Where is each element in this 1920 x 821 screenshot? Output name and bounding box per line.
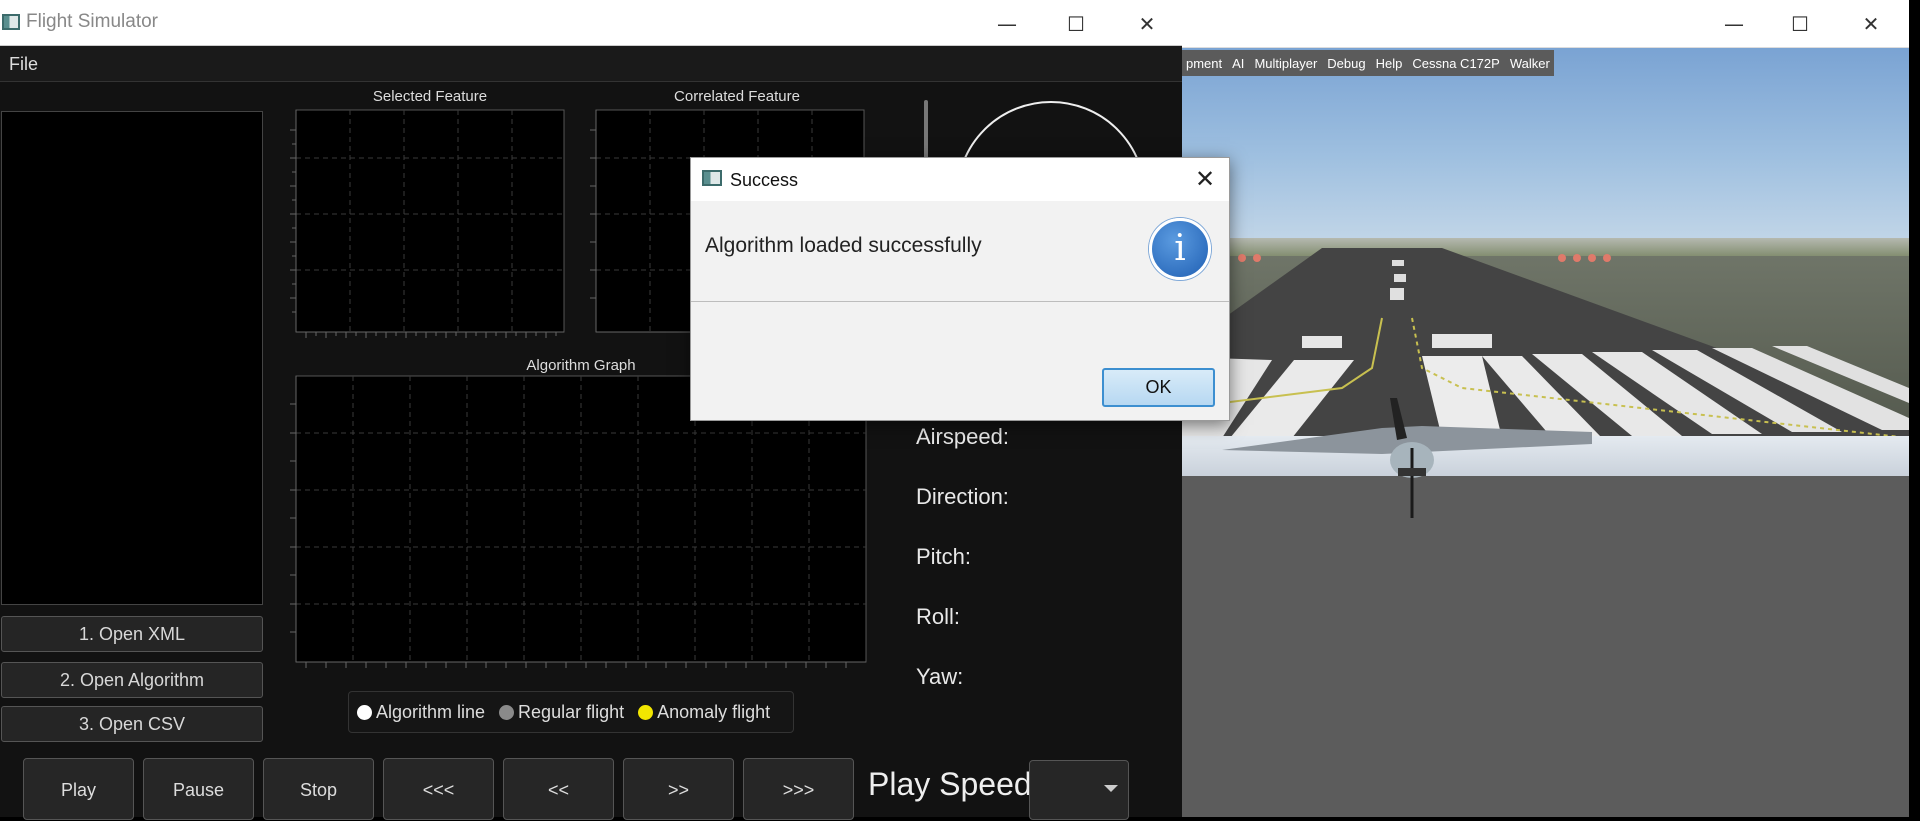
chevron-down-icon (1104, 785, 1118, 792)
window-title: Flight Simulator (26, 11, 158, 32)
yaw-label: Yaw: (916, 664, 964, 689)
y-axis-ticks (290, 110, 297, 332)
play-button[interactable]: Play (23, 758, 134, 820)
aircraft-wing-icon (1222, 398, 1592, 518)
legend-dot-yellow (638, 704, 654, 720)
info-icon: i (1149, 218, 1211, 280)
flightgear-titlebar: — ☐ ✕ (1182, 0, 1909, 48)
menubar: File (0, 46, 1182, 82)
dialog-message: Algorithm loaded successfully (705, 234, 982, 257)
fg-menu-help[interactable]: Help (1376, 56, 1403, 71)
close-icon[interactable]: ✕ (1189, 163, 1221, 195)
dialog-titlebar: Success ✕ (691, 158, 1229, 201)
legend-label: Algorithm line (376, 701, 486, 722)
selected-feature-chart (290, 109, 565, 338)
legend-label: Regular flight (518, 701, 625, 722)
correlated-feature-title: Correlated Feature (674, 88, 800, 105)
legend-dot-white (357, 704, 372, 720)
rewind-button[interactable]: << (503, 758, 614, 820)
maximize-icon[interactable]: ☐ (1785, 10, 1815, 38)
stop-button[interactable]: Stop (263, 758, 374, 820)
fg-menu-aircraft[interactable]: Cessna C172P (1412, 56, 1499, 71)
minimize-icon[interactable]: — (992, 10, 1022, 38)
legend-label: Anomaly flight (657, 701, 771, 722)
ok-button[interactable]: OK (1102, 368, 1215, 407)
open-xml-button[interactable]: 1. Open XML (1, 616, 263, 652)
x-axis-ticks (296, 331, 564, 338)
feature-list[interactable] (1, 111, 263, 605)
close-icon[interactable]: ✕ (1132, 10, 1162, 38)
fg-menu-equipment[interactable]: pment (1186, 56, 1222, 71)
app-titlebar: Flight Simulator — ☐ ✕ (0, 0, 1182, 46)
legend-item-algorithm-line: Algorithm line (357, 702, 485, 723)
airspeed-label: Airspeed: (916, 424, 1009, 449)
success-dialog: Success ✕ Algorithm loaded successfully … (690, 157, 1230, 421)
app-window-icon (2, 14, 20, 30)
direction-label: Direction: (916, 484, 1009, 509)
legend-item-anomaly-flight: Anomaly flight (638, 702, 770, 723)
forward-button[interactable]: >> (623, 758, 734, 820)
open-algorithm-button[interactable]: 2. Open Algorithm (1, 662, 263, 698)
selected-feature-title: Selected Feature (372, 88, 488, 105)
flightgear-window: — ☐ ✕ pment AI Multiplayer Debug Help Ce… (1182, 0, 1909, 817)
fg-menu-ai[interactable]: AI (1232, 56, 1244, 71)
flightgear-menubar: pment AI Multiplayer Debug Help Cessna C… (1182, 50, 1554, 76)
fg-menu-multiplayer[interactable]: Multiplayer (1254, 56, 1317, 71)
fg-menu-walker[interactable]: Walker (1510, 56, 1550, 71)
flightgear-3d-view[interactable]: pment AI Multiplayer Debug Help Cessna C… (1182, 48, 1909, 817)
play-speed-label: Play Speed (868, 766, 1032, 802)
rewind-fast-button[interactable]: <<< (383, 758, 494, 820)
fg-menu-debug[interactable]: Debug (1327, 56, 1365, 71)
dialog-header: Algorithm loaded successfully i (691, 201, 1229, 302)
forward-fast-button[interactable]: >>> (743, 758, 854, 820)
pause-button[interactable]: Pause (143, 758, 254, 820)
sky (1182, 48, 1909, 248)
app-window-icon (702, 170, 722, 186)
minimize-icon[interactable]: — (1719, 10, 1749, 38)
menu-file[interactable]: File (9, 54, 38, 75)
tarmac (1182, 476, 1909, 817)
chart-legend: Algorithm line Regular flight Anomaly fl… (348, 691, 794, 733)
pitch-label: Pitch: (916, 544, 972, 569)
close-icon[interactable]: ✕ (1856, 10, 1886, 38)
play-speed-select[interactable] (1029, 760, 1129, 820)
open-csv-button[interactable]: 3. Open CSV (1, 706, 263, 742)
maximize-icon[interactable]: ☐ (1061, 10, 1091, 38)
legend-item-regular-flight: Regular flight (499, 702, 624, 723)
legend-dot-gray (499, 704, 515, 720)
dialog-title: Success (730, 170, 799, 190)
roll-label: Roll: (916, 604, 961, 629)
